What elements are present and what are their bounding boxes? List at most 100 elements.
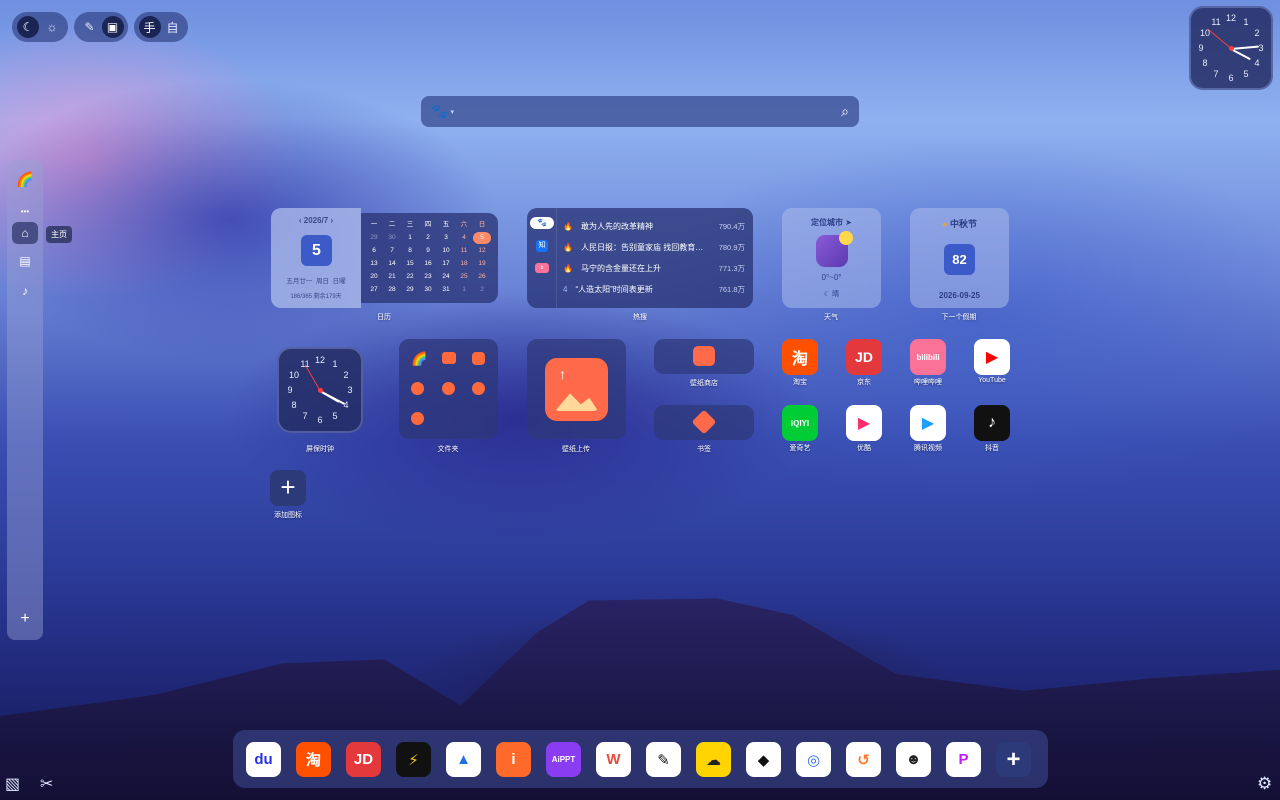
sidebar-item-home[interactable]: ⌂ [12,222,38,244]
top-clock-widget[interactable]: 12 1 2 3 4 5 6 7 8 9 10 11 [1189,6,1273,90]
dock-taobao-icon[interactable]: 淘 [296,742,331,777]
chevron-down-icon[interactable]: ▾ [450,108,454,116]
app-tile-3[interactable]: ▶ [974,339,1010,375]
dock-jd-icon[interactable]: JD [346,742,381,777]
bilibili-icon[interactable]: b [535,263,549,273]
calendar-day-cell[interactable]: 17 [437,258,455,270]
calendar-day-cell[interactable]: 24 [437,271,455,283]
calendar-day-cell[interactable]: 28 [383,284,401,296]
wallpaper-store-widget[interactable] [654,339,754,374]
calendar-day-cell[interactable]: 2 [473,284,491,296]
calendar-day-cell[interactable]: 27 [365,284,383,296]
dock-swirl-icon[interactable]: ↺ [846,742,881,777]
calendar-day-cell[interactable]: 7 [383,245,401,257]
search-icon[interactable]: ⌕ [841,103,849,120]
app-tile-7[interactable]: ♪ [974,405,1010,441]
rainbow-icon[interactable]: 🌈 [12,168,38,190]
calendar-day-cell[interactable]: 19 [473,258,491,270]
zhihu-icon[interactable]: 知 [536,240,548,252]
moon-icon[interactable]: ☾ [17,16,39,38]
calendar-day-cell[interactable]: 18 [455,258,473,270]
folder-icon[interactable]: ▣ [101,16,124,38]
calendar-day-cell[interactable]: 13 [365,258,383,270]
calendar-day-cell[interactable]: 23 [419,271,437,283]
dock-pen-icon[interactable]: ✎ [646,742,681,777]
hot-search-widget[interactable]: 🐾 知 b 🔥 敢为人先的改革精神 790.4万 🔥 人民日报：告别童家庙 找回教育… 7… [527,208,753,308]
calendar-day-cell[interactable]: 4 [455,232,473,244]
calendar-day-cell[interactable]: 16 [419,258,437,270]
mode-toggle[interactable]: 手 自 [134,12,188,42]
app-tile-1[interactable]: JD [846,339,882,375]
calendar-day-cell[interactable]: 29 [365,232,383,244]
screensaver-clock-widget[interactable]: 12 1 2 3 4 5 6 7 8 9 10 11 [277,347,363,433]
prev-month-icon[interactable]: ‹ [299,216,302,225]
calendar-day-cell[interactable]: 29 [401,284,419,296]
dock-circle-icon[interactable]: ◎ [796,742,831,777]
layout-toggle[interactable]: ✎ ▣ [74,12,128,42]
dock-zhuanyeji-icon[interactable]: ⚡ [396,742,431,777]
image-icon[interactable]: ▧ [5,774,20,794]
calendar-day-cell[interactable]: 1 [455,284,473,296]
calendar-grid[interactable]: 一二三四五六日 29 30 1 2 3 4 5 6 7 8 9 10 11 12 13 14 15 16 17 18 19… [361,213,498,303]
calendar-day-cell[interactable]: 2 [419,232,437,244]
calendar-day-cell[interactable]: 21 [383,271,401,283]
holiday-widget[interactable]: ● 中秋节 82 2026-09-25 [910,208,1009,308]
hot-row[interactable]: 4 “人造太阳”时间表更新 761.8万 [563,279,745,299]
mode-auto[interactable]: 自 [162,16,184,38]
app-tile-6[interactable]: ▶ [910,405,946,441]
brush-icon[interactable]: ✂ [40,774,53,794]
weather-widget[interactable]: 定位城市 ➤ 0°~0° ☾ 晴 [782,208,881,308]
calendar-summary[interactable]: ‹ 2026/7 › 5 五月廿一 周日 日曜 186/365 剩余179天 [271,208,361,308]
calendar-day-cell[interactable]: 6 [365,245,383,257]
calendar-day-cell[interactable]: 30 [419,284,437,296]
calendar-day-cell[interactable]: 14 [383,258,401,270]
app-tile-5[interactable]: ▶ [846,405,882,441]
calendar-day-cell[interactable]: 15 [401,258,419,270]
calendar-app-icon[interactable] [442,352,456,364]
calendar-day-cell[interactable]: 11 [455,245,473,257]
search-bar[interactable]: 🐾 ▾ ⌕ [421,96,859,127]
edit-icon[interactable]: ✎ [79,16,101,38]
hot-row[interactable]: 🔥 人民日报：告别童家庙 找回教育… 780.9万 [563,237,745,257]
dock-baidu-icon[interactable]: du [246,742,281,777]
gear-icon[interactable]: ⚙ [1257,774,1272,794]
app-tile-4[interactable]: iQIYI [782,405,818,441]
mic-app-icon[interactable] [442,382,455,395]
dock-aippt-icon[interactable]: AiPPT [546,742,581,777]
calendar-day-cell[interactable]: 1 [401,232,419,244]
calendar-day-cell[interactable]: 3 [437,232,455,244]
baidu-icon[interactable]: 🐾 [530,217,554,229]
sidebar-item-work[interactable]: ▤ [12,250,38,272]
flower-app-icon[interactable] [411,412,424,425]
dock-wps-icon[interactable]: W [596,742,631,777]
theme-toggle[interactable]: ☾ ☼ [12,12,68,42]
calendar-day-cell[interactable]: 25 [455,271,473,283]
baidu-engine-icon[interactable]: 🐾 [431,103,448,120]
calendar-day-cell[interactable]: 9 [419,245,437,257]
calendar-day-cell[interactable]: 31 [437,284,455,296]
calendar-day-cell[interactable]: 10 [437,245,455,257]
calendar-day-cell[interactable]: 12 [473,245,491,257]
bookmark-widget[interactable] [654,405,754,440]
dock-arrow-icon[interactable]: ▲ [446,742,481,777]
calendar-day-cell[interactable]: 22 [401,271,419,283]
mode-manual[interactable]: 手 [138,16,161,38]
dock-raccoon-icon[interactable]: ☻ [896,742,931,777]
wallpaper-upload-widget[interactable]: ↑ [527,339,626,439]
hot-row[interactable]: 🔥 马宁的含金量还在上升 771.3万 [563,258,745,278]
add-icon-button[interactable]: + [270,470,306,506]
calendar-day-cell[interactable]: 5 [473,232,491,244]
dock-cloud-icon[interactable]: ☁ [696,742,731,777]
more-icon[interactable]: ••• [12,200,38,222]
dock-add-icon[interactable]: + [996,742,1031,777]
rainbow-icon[interactable]: 🌈 [411,351,427,367]
lock-app-icon[interactable] [472,382,485,395]
hot-row[interactable]: 🔥 敢为人先的改革精神 790.4万 [563,216,745,236]
calendar-day-cell[interactable]: 26 [473,271,491,283]
sidebar-item-music[interactable]: ♪ [12,280,38,302]
app-tile-0[interactable]: 淘 [782,339,818,375]
app-tile-2[interactable]: bilibili [910,339,946,375]
sun-icon[interactable]: ☼ [41,16,63,38]
next-month-icon[interactable]: › [330,216,333,225]
calendar-day-cell[interactable]: 20 [365,271,383,283]
